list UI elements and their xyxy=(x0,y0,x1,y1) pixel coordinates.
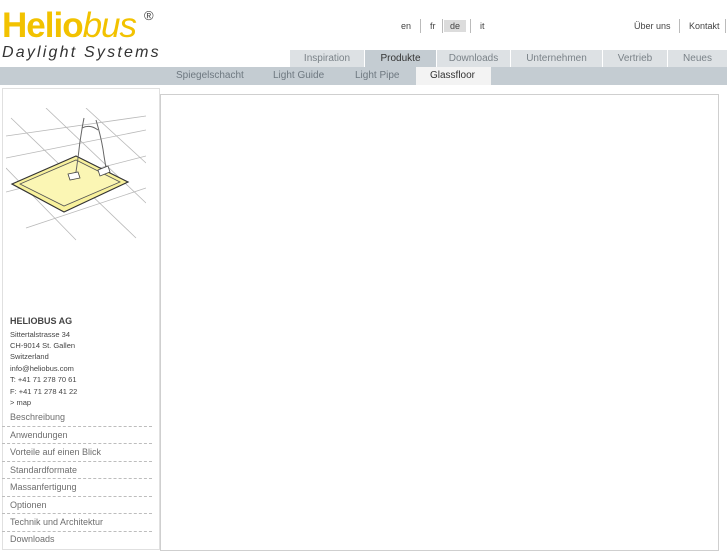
menu-standardformate[interactable]: Standardformate xyxy=(10,465,77,475)
lang-divider xyxy=(470,19,471,33)
lang-divider xyxy=(442,19,443,33)
menu-divider xyxy=(2,426,152,427)
tab-unternehmen[interactable]: Unternehmen xyxy=(511,50,602,67)
menu-divider xyxy=(2,478,152,479)
subtab-spiegelschacht[interactable]: Spiegelschacht xyxy=(176,67,244,85)
menu-divider xyxy=(2,443,152,444)
map-link[interactable]: > map xyxy=(10,398,31,407)
tab-downloads[interactable]: Downloads xyxy=(437,50,510,67)
menu-divider xyxy=(2,461,152,462)
menu-downloads[interactable]: Downloads xyxy=(10,534,55,544)
menu-vorteile[interactable]: Vorteile auf einen Blick xyxy=(10,447,101,457)
menu-anwendungen[interactable]: Anwendungen xyxy=(10,430,68,440)
heliobus-logo[interactable]: Heliobus ® Daylight Systems xyxy=(2,6,162,62)
menu-massanfertigung[interactable]: Massanfertigung xyxy=(10,482,77,492)
menu-divider xyxy=(2,531,152,532)
lang-en[interactable]: en xyxy=(401,20,411,32)
lang-it[interactable]: it xyxy=(480,20,485,32)
lang-divider xyxy=(420,19,421,33)
address-country: Switzerland xyxy=(10,352,49,361)
address-email[interactable]: info@heliobus.com xyxy=(10,364,74,373)
menu-divider xyxy=(2,513,152,514)
toplink-divider xyxy=(725,19,726,33)
menu-technik-architektur[interactable]: Technik und Architektur xyxy=(10,517,103,527)
subtab-light-pipe[interactable]: Light Pipe xyxy=(355,67,399,85)
registered-mark: ® xyxy=(144,8,154,23)
menu-divider xyxy=(2,496,152,497)
logo-wordmark: Heliobus xyxy=(2,6,137,46)
address-street: Sittertalstrasse 34 xyxy=(10,330,71,339)
logo-part-bus: bus xyxy=(82,6,137,45)
logo-tagline: Daylight Systems xyxy=(2,44,161,61)
subtab-light-guide[interactable]: Light Guide xyxy=(273,67,324,85)
logo-part-helio: Helio xyxy=(2,6,84,45)
glassfloor-illustration xyxy=(6,108,146,241)
lang-fr[interactable]: fr xyxy=(430,20,436,32)
lang-de[interactable]: de xyxy=(444,20,467,32)
menu-optionen[interactable]: Optionen xyxy=(10,500,47,510)
address-fax: F: +41 71 278 41 22 xyxy=(10,387,78,396)
address-phone: T: +41 71 278 70 61 xyxy=(10,375,77,384)
main-content-frame xyxy=(160,94,719,551)
address-city: CH-9014 St. Gallen xyxy=(10,341,76,350)
subtab-glassfloor[interactable]: Glassfloor xyxy=(416,67,491,85)
link-about-us[interactable]: Über uns xyxy=(634,19,671,33)
tab-neues[interactable]: Neues xyxy=(668,50,727,67)
menu-beschreibung[interactable]: Beschreibung xyxy=(10,412,65,422)
tab-vertrieb[interactable]: Vertrieb xyxy=(603,50,667,67)
company-name: HELIOBUS AG xyxy=(10,316,73,326)
link-contact[interactable]: Kontakt xyxy=(689,19,720,33)
toplink-divider xyxy=(679,19,680,33)
tab-inspiration[interactable]: Inspiration xyxy=(290,50,364,67)
